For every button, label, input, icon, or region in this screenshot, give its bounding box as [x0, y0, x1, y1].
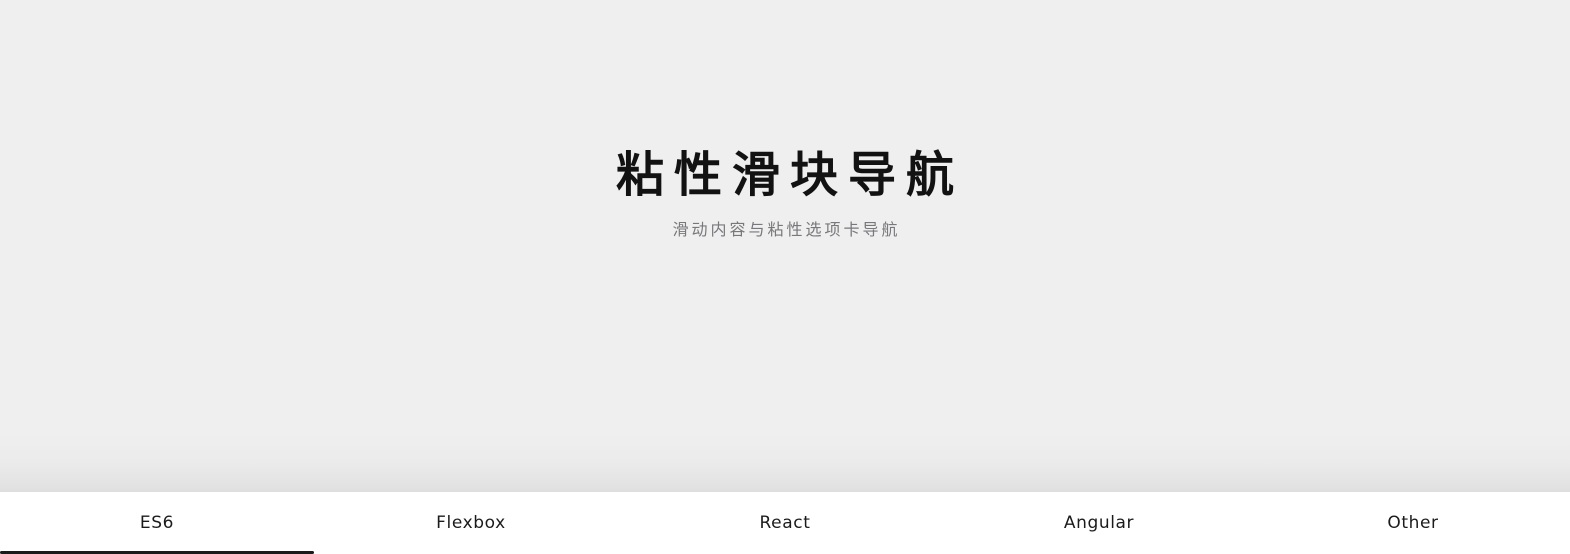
sticky-tab-nav: ES6 Flexbox React Angular Other	[0, 492, 1570, 554]
page-root: 粘性滑块导航 滑动内容与粘性选项卡导航 ES6 Flexbox React An…	[0, 0, 1570, 554]
page-title: 粘性滑块导航	[615, 147, 964, 203]
tab-label: Angular	[1063, 513, 1135, 533]
tab-list: ES6 Flexbox React Angular Other	[0, 492, 1570, 554]
tab-angular[interactable]: Angular	[942, 492, 1256, 554]
hero-content: 粘性滑块导航 滑动内容与粘性选项卡导航	[0, 0, 1570, 492]
hero-section: 粘性滑块导航 滑动内容与粘性选项卡导航	[0, 0, 1570, 492]
tab-label: Flexbox	[436, 513, 506, 533]
tab-react[interactable]: React	[628, 492, 942, 554]
tab-es6[interactable]: ES6	[0, 492, 314, 554]
tab-flexbox[interactable]: Flexbox	[314, 492, 628, 554]
tab-other[interactable]: Other	[1256, 492, 1570, 554]
tab-label: Other	[1387, 513, 1439, 533]
page-subtitle: 滑动内容与粘性选项卡导航	[672, 219, 901, 239]
tab-label: ES6	[139, 513, 175, 533]
tab-label: React	[759, 513, 811, 533]
